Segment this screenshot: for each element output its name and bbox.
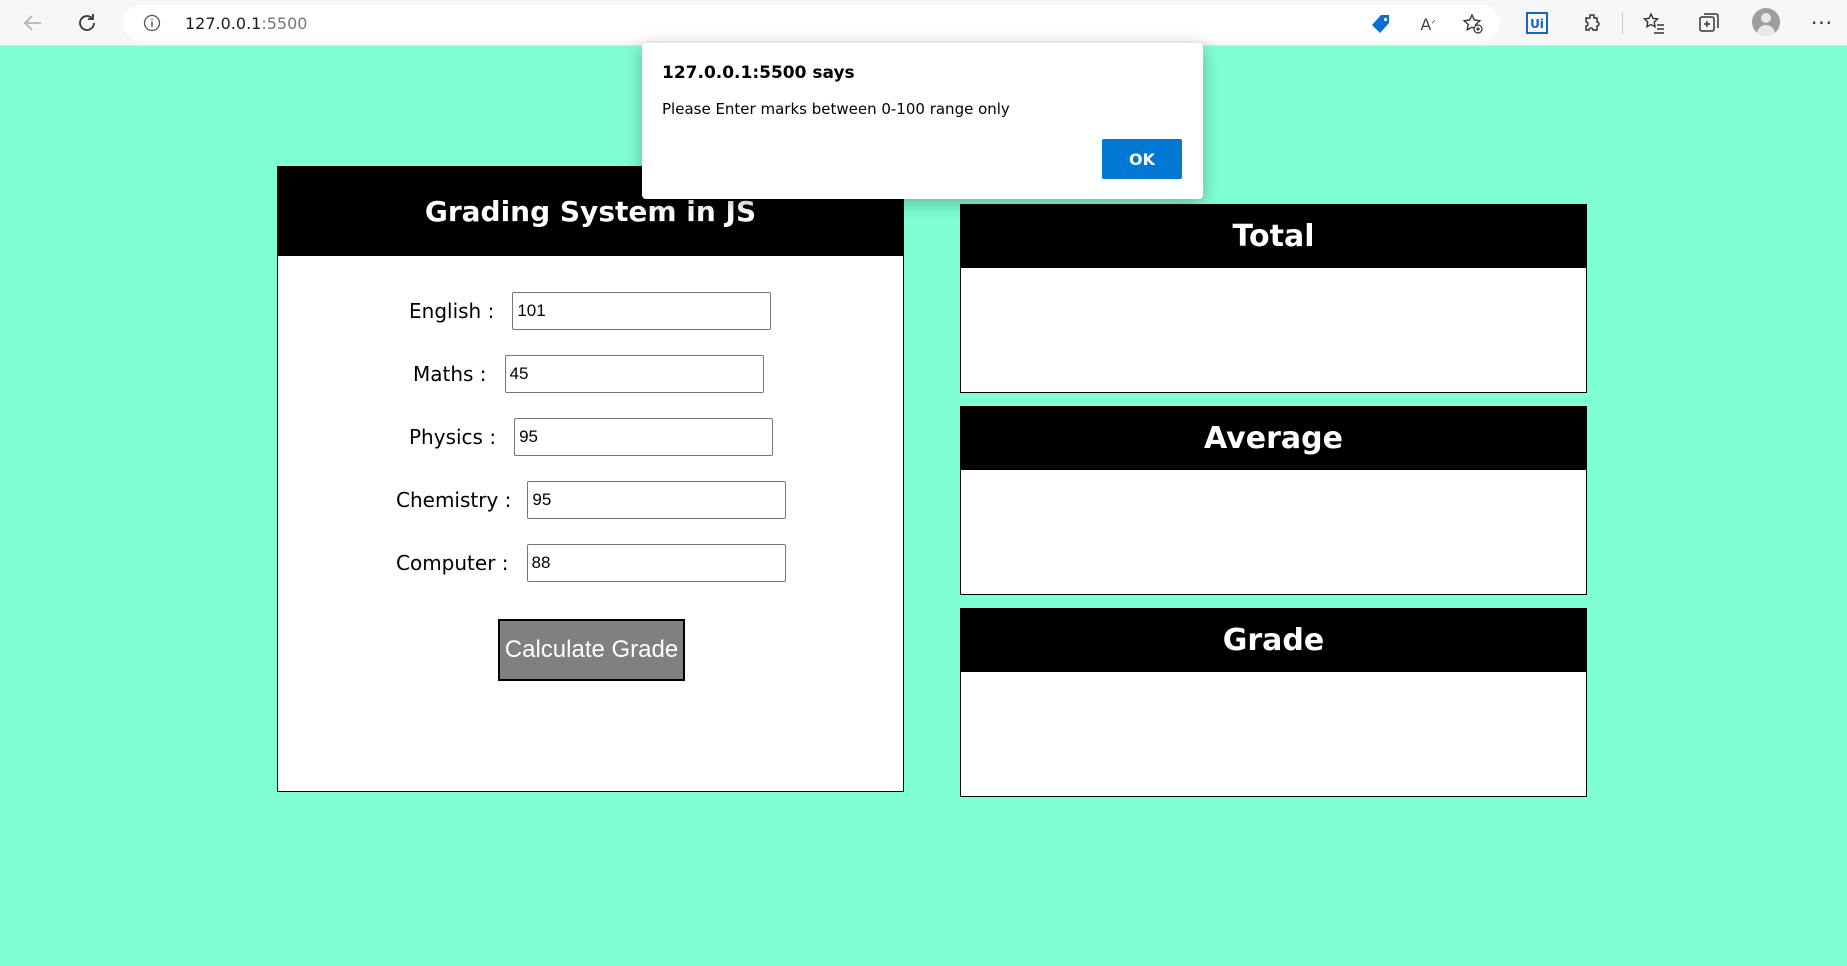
calculate-grade-button[interactable]: Calculate Grade [498,619,685,681]
physics-input[interactable] [514,418,774,456]
physics-label: Physics : [409,425,497,449]
total-value [961,268,1586,392]
extensions-puzzle-icon[interactable] [1579,9,1607,37]
average-box: Average [960,406,1587,595]
reload-icon[interactable] [72,8,102,38]
grading-form-panel: Grading System in JS English : Maths : P… [277,166,904,792]
url-host: 127.0.0.1 [185,14,262,33]
grade-value [961,672,1586,796]
svg-text:Ui: Ui [1530,17,1544,31]
computer-input[interactable] [526,544,786,582]
chemistry-input[interactable] [527,481,787,519]
dialog-title: 127.0.0.1:5500 says [662,63,855,83]
grade-box: Grade [960,608,1587,797]
english-row: English : [409,292,772,330]
site-info-icon[interactable] [143,14,161,32]
more-options-icon[interactable]: ··· [1808,9,1836,37]
back-arrow-icon[interactable] [18,8,48,38]
address-bar[interactable]: 127.0.0.1:5500 Aᐟ [123,5,1500,41]
url-text: 127.0.0.1:5500 [185,14,307,33]
browser-toolbar: 127.0.0.1:5500 Aᐟ Ui ··· [0,0,1847,46]
total-heading: Total [961,205,1586,268]
total-box: Total [960,204,1587,393]
url-port: :5500 [261,14,308,33]
computer-row: Computer : [396,544,786,582]
add-favorite-icon[interactable] [1462,13,1484,35]
toolbar-divider [1622,12,1623,34]
average-value [961,470,1586,594]
dialog-message: Please Enter marks between 0-100 range o… [662,100,1010,118]
maths-input[interactable] [504,355,764,393]
average-heading: Average [961,407,1586,470]
read-aloud-icon[interactable]: Aᐟ [1417,13,1439,35]
ui-extension-icon[interactable]: Ui [1523,9,1551,37]
chemistry-row: Chemistry : [396,481,787,519]
coupon-tag-icon[interactable] [1370,13,1392,35]
alert-dialog: 127.0.0.1:5500 says Please Enter marks b… [642,43,1203,199]
maths-row: Maths : [413,355,764,393]
computer-label: Computer : [396,551,509,575]
english-label: English : [409,299,495,323]
favorites-icon[interactable] [1640,9,1668,37]
english-input[interactable] [512,292,772,330]
dialog-ok-button[interactable]: OK [1102,139,1182,179]
maths-label: Maths : [413,362,487,386]
chemistry-label: Chemistry : [396,488,512,512]
collections-icon[interactable] [1695,9,1723,37]
physics-row: Physics : [409,418,774,456]
grade-heading: Grade [961,609,1586,672]
profile-avatar[interactable] [1752,8,1780,36]
